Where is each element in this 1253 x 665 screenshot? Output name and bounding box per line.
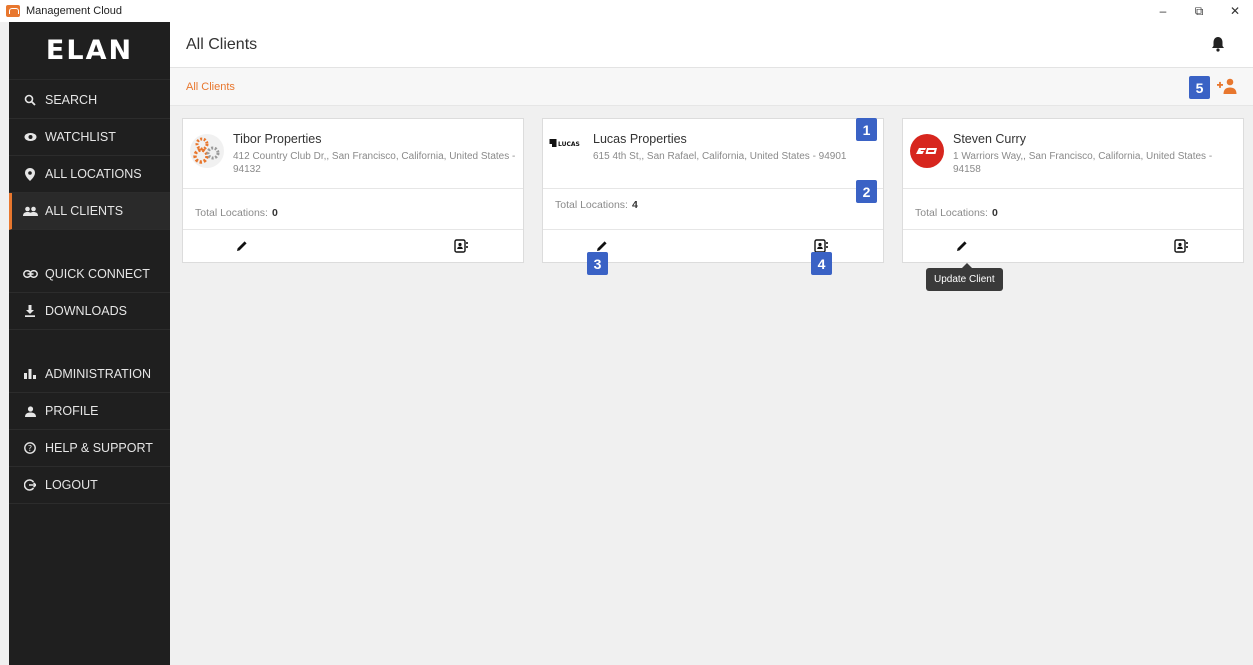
edit-pencil-icon[interactable] [955,239,969,253]
total-locations: Total Locations: 0 [195,207,278,219]
total-locations-label: Total Locations: [915,207,988,219]
sidebar-item-watchlist[interactable]: WATCHLIST [9,119,170,156]
client-locations-row: Total Locations: 0 [903,189,1243,230]
lucas-logo-text: LUCAS [558,141,580,148]
sidebar-item-search[interactable]: SEARCH [9,82,170,119]
sidebar-item-label: ADMINISTRATION [45,367,152,381]
sidebar-item-downloads[interactable]: DOWNLOADS [9,293,170,330]
sidebar-item-label: QUICK CONNECT [45,267,150,281]
bar-chart-icon [21,369,39,379]
update-client-tooltip: Update Client [926,263,1003,291]
logo-area: ELAN [9,22,170,80]
add-client-icon[interactable] [1217,78,1237,96]
client-locations-row: Total Locations: 0 [183,189,523,230]
sidebar: ELAN SEARCH WATCHLIST ALL LOCATIONS ALL … [9,22,170,665]
download-icon [21,305,39,317]
sc-logo [909,133,945,169]
sidebar-item-profile[interactable]: PROFILE [9,393,170,430]
svg-text:?: ? [28,444,32,453]
eye-icon [21,132,39,142]
location-pin-icon [21,167,39,181]
annotation-badge-4: 4 [811,252,832,275]
client-name[interactable]: Steven Curry [953,132,1026,146]
person-icon [21,405,39,417]
sidebar-item-quick-connect[interactable]: QUICK CONNECT [9,256,170,293]
client-locations-row: Total Locations: 4 [543,189,883,230]
total-locations: Total Locations: 0 [915,207,998,219]
close-button[interactable]: ✕ [1217,0,1253,22]
client-card-tibor: Tibor Properties 412 Country Club Dr,, S… [182,118,524,263]
breadcrumb-bar: All Clients [170,68,1253,106]
annotation-badge-3: 3 [587,252,608,275]
total-locations: Total Locations: 4 [555,199,638,211]
sidebar-item-label: SEARCH [45,93,98,107]
people-icon [21,206,39,216]
client-address: 1 Warriors Way,, San Francisco, Californ… [953,151,1213,175]
annotation-badge-2: 2 [856,180,877,203]
annotation-badge-1: 1 [856,118,877,141]
help-icon: ? [21,442,39,454]
sidebar-item-label: WATCHLIST [45,130,116,144]
client-card-header: Steven Curry 1 Warriors Way,, San Franci… [903,119,1243,189]
client-card-header: Tibor Properties 412 Country Club Dr,, S… [183,119,523,189]
sidebar-item-label: HELP & SUPPORT [45,441,153,455]
total-locations-label: Total Locations: [195,207,268,219]
restore-button[interactable]: ⧉ [1181,0,1217,22]
bell-icon[interactable] [1211,36,1225,52]
sidebar-item-help-support[interactable]: ? HELP & SUPPORT [9,430,170,467]
contact-card-icon[interactable] [1173,238,1189,254]
sidebar-item-label: PROFILE [45,404,99,418]
sidebar-item-all-clients[interactable]: ALL CLIENTS [9,193,170,230]
sidebar-item-label: ALL LOCATIONS [45,167,142,181]
client-address: 615 4th St,, San Rafael, California, Uni… [593,151,847,162]
sidebar-item-label: DOWNLOADS [45,304,127,318]
edit-pencil-icon[interactable] [595,239,609,253]
window-titlebar: Management Cloud – ⧉ ✕ [0,0,1253,22]
client-card-steven-curry: Steven Curry 1 Warriors Way,, San Franci… [902,118,1244,263]
client-name[interactable]: Tibor Properties [233,132,321,146]
contact-card-icon[interactable] [453,238,469,254]
page-title: All Clients [186,36,258,53]
client-name[interactable]: Lucas Properties [593,132,687,146]
window-controls: – ⧉ ✕ [1145,0,1253,22]
gears-logo [189,133,225,169]
search-icon [21,94,39,106]
client-card-actions [183,230,523,262]
lucas-logo: LUCAS [549,137,581,151]
link-icon [21,270,39,278]
page-header: All Clients [170,22,1253,68]
total-locations-value: 4 [631,199,638,211]
total-locations-value: 0 [991,207,998,219]
total-locations-label: Total Locations: [555,199,628,211]
app-cloud-icon [6,5,20,17]
sidebar-item-logout[interactable]: LOGOUT [9,467,170,504]
logout-icon [21,479,39,491]
total-locations-value: 0 [271,207,278,219]
annotation-badge-5: 5 [1189,76,1210,99]
sidebar-item-label: LOGOUT [45,478,98,492]
edit-pencil-icon[interactable] [235,239,249,253]
window-title: Management Cloud [26,5,123,17]
client-address: 412 Country Club Dr,, San Francisco, Cal… [233,151,516,175]
breadcrumb[interactable]: All Clients [186,81,235,93]
sidebar-item-label: ALL CLIENTS [45,204,124,218]
client-card-lucas: LUCAS Lucas Properties 615 4th St,, San … [542,118,884,263]
minimize-button[interactable]: – [1145,0,1181,22]
client-card-actions [903,230,1243,262]
sidebar-item-administration[interactable]: ADMINISTRATION [9,356,170,393]
elan-logo: ELAN [45,35,134,66]
client-card-header: LUCAS Lucas Properties 615 4th St,, San … [543,119,883,189]
sidebar-item-all-locations[interactable]: ALL LOCATIONS [9,156,170,193]
